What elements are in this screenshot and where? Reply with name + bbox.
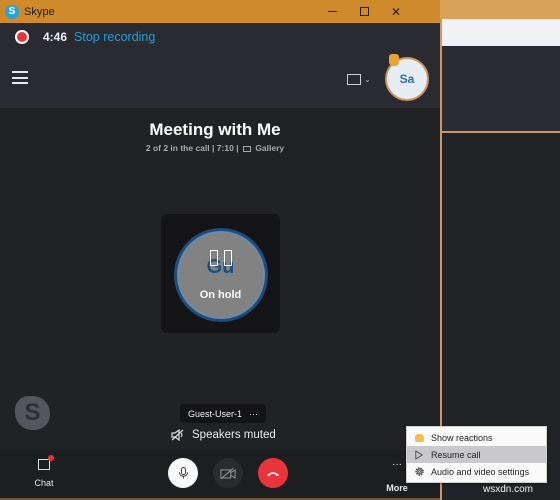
menu-item-resume-call[interactable]: Resume call <box>407 446 546 463</box>
background-window-header <box>442 46 560 131</box>
chat-icon <box>38 455 54 470</box>
skype-window: S Skype ✕ 4:46 Stop recording ⌄ Sa Meeti… <box>0 0 440 500</box>
close-icon: ✕ <box>390 4 402 19</box>
speaker-muted-icon <box>171 429 184 441</box>
hamburger-icon-line <box>12 71 28 73</box>
speaker-status-text: Speakers muted <box>192 429 276 441</box>
hamburger-icon-line <box>12 76 28 79</box>
hamburger-menu-button[interactable] <box>12 71 28 84</box>
participant-name: Guest-User-1 <box>188 408 243 419</box>
microphone-button[interactable] <box>168 458 198 488</box>
skype-watermark-logo-icon: S <box>15 396 50 430</box>
skype-logo-icon: S <box>5 4 19 19</box>
recording-elapsed: 4:46 <box>43 29 68 44</box>
participant-name-tag: Guest-User-1 ··· <box>180 404 267 423</box>
reaction-hand-icon <box>413 432 425 444</box>
participant-tile[interactable]: Gu On hold <box>161 214 280 333</box>
hang-up-icon <box>266 471 280 476</box>
pause-bar <box>210 250 218 266</box>
call-stage: Meeting with Me 2 of 2 in the call | 7:1… <box>0 108 440 450</box>
hamburger-icon-line <box>12 82 28 84</box>
camera-button[interactable] <box>213 458 243 488</box>
title-bar: S Skype ✕ <box>0 0 440 23</box>
minimize-button[interactable] <box>316 0 348 23</box>
maximize-icon <box>359 7 369 16</box>
background-window-titlebar <box>440 0 560 19</box>
separator: | <box>236 143 239 153</box>
microphone-icon <box>178 467 188 479</box>
window-title: Skype <box>24 5 55 18</box>
camera-off-icon <box>220 467 236 479</box>
background-window-toolbar <box>442 19 560 46</box>
minimize-icon <box>327 11 337 12</box>
more-icon: ··· <box>392 459 402 470</box>
gallery-icon <box>242 146 251 152</box>
pause-bar <box>224 250 232 266</box>
participant-options-button[interactable]: ··· <box>249 409 258 419</box>
meeting-subtitle: 2 of 2 in the call | 7:10 | Gallery <box>0 143 430 153</box>
close-button[interactable]: ✕ <box>380 0 412 23</box>
participant-count: 2 of 2 in the call <box>145 143 210 153</box>
more-options-menu: Show reactions Resume call Audio and vid… <box>406 426 547 483</box>
separator: | <box>212 143 215 153</box>
end-call-button[interactable] <box>258 458 288 488</box>
recording-bar: 4:46 Stop recording <box>0 23 440 50</box>
self-avatar[interactable]: Sa <box>385 54 429 101</box>
site-watermark: wsxdn.com <box>483 484 534 495</box>
speaker-status: Speakers muted <box>171 427 276 443</box>
view-mode[interactable]: Gallery <box>255 143 284 153</box>
unread-badge <box>48 455 54 461</box>
menu-item-label: Audio and video settings <box>431 466 530 477</box>
background-window <box>440 0 560 500</box>
menu-item-audio-video-settings[interactable]: Audio and video settings <box>407 463 546 480</box>
call-controls-bar: Chat ··· More <box>0 450 440 500</box>
recording-icon <box>15 29 29 44</box>
maximize-button[interactable] <box>348 0 380 23</box>
play-icon <box>413 449 425 461</box>
call-header: ⌄ <box>0 50 440 108</box>
more-label: More <box>386 483 408 493</box>
meeting-title: Meeting with Me <box>149 120 281 139</box>
view-layout-icon <box>347 73 361 85</box>
pause-icon <box>210 250 232 266</box>
chevron-down-icon: ⌄ <box>364 74 371 84</box>
menu-item-label: Resume call <box>431 449 481 460</box>
call-duration: 7:10 <box>216 143 234 153</box>
chat-button[interactable]: Chat <box>28 455 60 494</box>
on-hold-status: On hold <box>199 289 242 301</box>
chat-label: Chat <box>34 478 54 488</box>
switch-view-button[interactable]: ⌄ <box>347 70 375 88</box>
menu-item-show-reactions[interactable]: Show reactions <box>407 429 546 446</box>
stop-recording-link[interactable]: Stop recording <box>74 30 155 44</box>
menu-item-label: Show reactions <box>431 432 493 443</box>
raised-hand-icon <box>389 54 399 66</box>
gear-icon <box>413 466 425 478</box>
